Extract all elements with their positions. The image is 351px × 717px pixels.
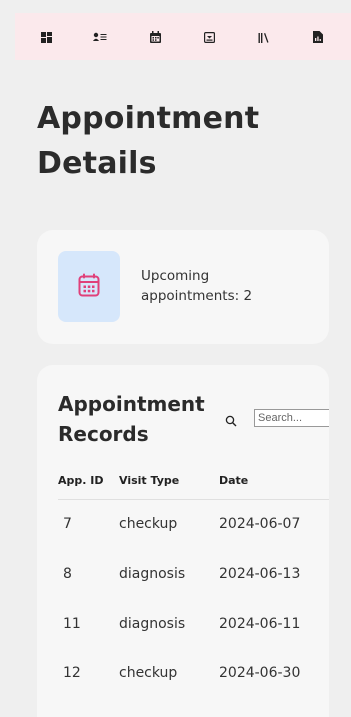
cell-visit-type: checkup: [119, 665, 178, 681]
upcoming-summary-card: Upcoming appointments: 2: [37, 230, 329, 344]
cell-date: 2024-06-07: [219, 516, 301, 532]
report-document-icon[interactable]: [310, 29, 326, 45]
search-icon: [225, 412, 239, 427]
calendar-icon: [78, 273, 100, 301]
cell-visit-type: diagnosis: [119, 616, 186, 632]
column-header-date[interactable]: Date: [219, 474, 248, 487]
column-header-visit-type[interactable]: Visit Type: [119, 474, 179, 487]
column-header-app-id[interactable]: App. ID: [58, 474, 104, 487]
page-title: Appointment Details: [37, 101, 260, 181]
cell-app-id: 8: [63, 566, 72, 582]
top-nav-bar: [15, 13, 351, 60]
dashboard-icon[interactable]: [38, 29, 54, 45]
cell-app-id: 11: [63, 616, 81, 632]
cell-app-id: 7: [63, 516, 72, 532]
calendar-icon-tile: [58, 251, 120, 322]
cell-visit-type: diagnosis: [119, 566, 186, 582]
cell-app-id: 12: [63, 665, 81, 681]
cell-date: 2024-06-13: [219, 566, 301, 582]
search-input[interactable]: [254, 409, 329, 427]
appointment-records-card: Appointment Records App. ID Visit Type D…: [37, 365, 329, 717]
library-icon[interactable]: [255, 29, 271, 45]
records-title: Appointment Records: [58, 392, 205, 446]
inbox-icon[interactable]: [201, 29, 217, 45]
upcoming-appointments-count: Upcoming appointments: 2: [141, 268, 253, 304]
cell-date: 2024-06-30: [219, 665, 301, 681]
calendar-icon[interactable]: [147, 29, 163, 45]
cell-date: 2024-06-11: [219, 616, 301, 632]
patients-list-icon[interactable]: [92, 29, 108, 45]
header-divider: [58, 499, 329, 500]
cell-visit-type: checkup: [119, 516, 178, 532]
